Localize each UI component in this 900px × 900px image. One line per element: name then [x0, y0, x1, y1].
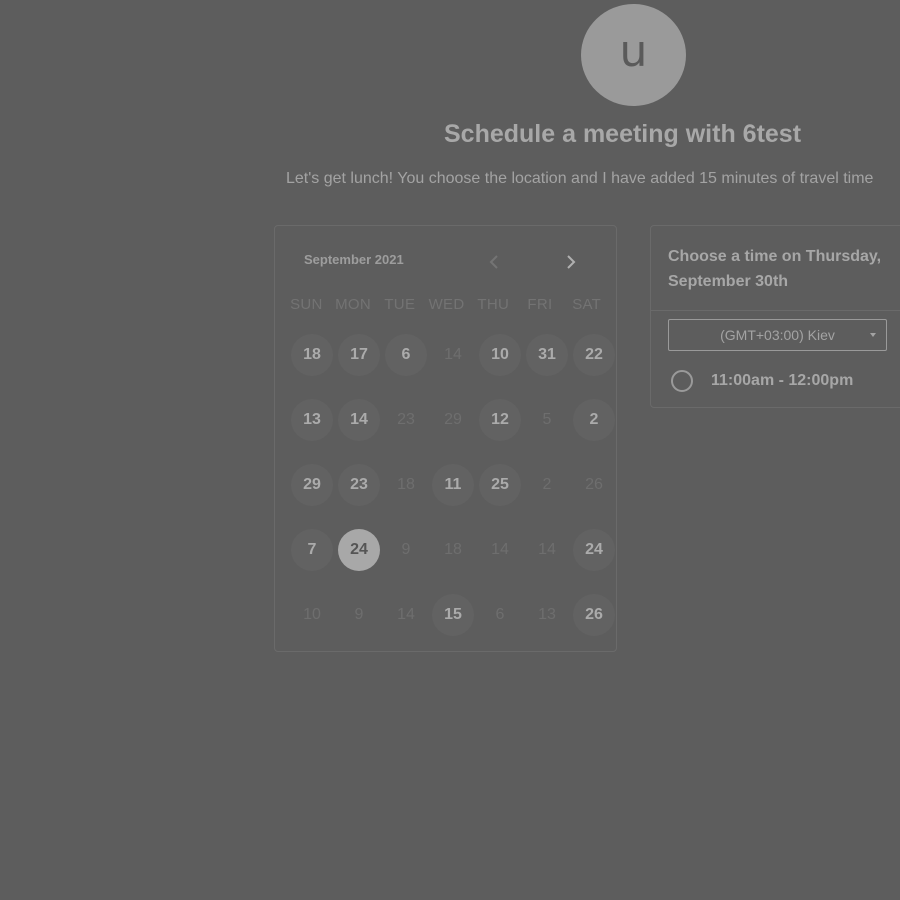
calendar-day: 9 — [354, 606, 364, 623]
calendar-month-label: September 2021 — [304, 252, 404, 267]
calendar-day: 9 — [401, 541, 411, 558]
calendar-day[interactable]: 22 — [573, 334, 615, 376]
calendar-day: 5 — [542, 411, 552, 428]
calendar-day: 6 — [495, 606, 505, 623]
time-panel-heading: Choose a time on Thursday, September 30t… — [668, 248, 882, 290]
calendar-day[interactable]: 18 — [291, 334, 333, 376]
calendar-day[interactable]: 24 — [573, 529, 615, 571]
calendar-day[interactable]: 15 — [432, 594, 474, 636]
weekday-label: FRI — [527, 296, 553, 313]
calendar-day: 14 — [444, 346, 462, 363]
calendar-day: 2 — [542, 476, 552, 493]
calendar-day[interactable]: 31 — [526, 334, 568, 376]
calendar-day: 14 — [538, 541, 556, 558]
chevron-right-icon — [567, 255, 576, 269]
calendar-day: 23 — [397, 411, 415, 428]
calendar-day: 18 — [444, 541, 462, 558]
calendar-day[interactable]: 29 — [291, 464, 333, 506]
weekday-header: SUN MON TUE WED THU FRI SAT — [283, 296, 610, 313]
time-slot[interactable]: 11:00am - 12:00pm — [671, 370, 853, 392]
avatar-initial: u — [619, 26, 648, 77]
weekday-label: MON — [335, 296, 372, 313]
calendar-day-selected[interactable]: 24 — [338, 529, 380, 571]
calendar-day[interactable]: 25 — [479, 464, 521, 506]
next-month-button[interactable] — [559, 250, 583, 274]
calendar-day[interactable]: 6 — [385, 334, 427, 376]
calendar-day[interactable]: 14 — [338, 399, 380, 441]
calendar-day: 18 — [397, 476, 415, 493]
avatar: u — [581, 4, 686, 106]
calendar-day[interactable]: 7 — [291, 529, 333, 571]
caret-down-icon — [870, 333, 876, 337]
calendar-day[interactable]: 23 — [338, 464, 380, 506]
weekday-label: TUE — [384, 296, 416, 313]
weekday-label: SUN — [290, 296, 323, 313]
calendar-day: 10 — [303, 606, 321, 623]
calendar-day[interactable]: 13 — [291, 399, 333, 441]
calendar-day[interactable]: 26 — [573, 594, 615, 636]
weekday-label: WED — [428, 296, 465, 313]
prev-month-button[interactable] — [482, 250, 506, 274]
calendar-day[interactable]: 17 — [338, 334, 380, 376]
weekday-label: SAT — [572, 296, 602, 313]
calendar-day: 29 — [444, 411, 462, 428]
calendar-day: 14 — [491, 541, 509, 558]
divider — [651, 310, 900, 311]
calendar-day[interactable]: 12 — [479, 399, 521, 441]
calendar-day[interactable]: 2 — [573, 399, 615, 441]
timezone-select[interactable]: (GMT+03:00) Kiev — [668, 319, 887, 351]
calendar-day: 26 — [585, 476, 603, 493]
time-panel: Choose a time on Thursday, September 30t… — [650, 225, 900, 408]
page-subtitle: Let's get lunch! You choose the location… — [286, 170, 874, 187]
calendar-day: 14 — [397, 606, 415, 623]
time-slot-label: 11:00am - 12:00pm — [711, 372, 854, 389]
weekday-label: THU — [477, 296, 510, 313]
calendar-day[interactable]: 11 — [432, 464, 474, 506]
calendar-day: 13 — [538, 606, 556, 623]
radio-icon[interactable] — [671, 370, 693, 392]
chevron-left-icon — [489, 255, 498, 269]
calendar-day[interactable]: 10 — [479, 334, 521, 376]
calendar: September 2021 SUN MON TUE WED THU FRI S… — [274, 225, 617, 652]
page-title: Schedule a meeting with 6test — [444, 120, 802, 148]
timezone-value: (GMT+03:00) Kiev — [720, 327, 835, 343]
